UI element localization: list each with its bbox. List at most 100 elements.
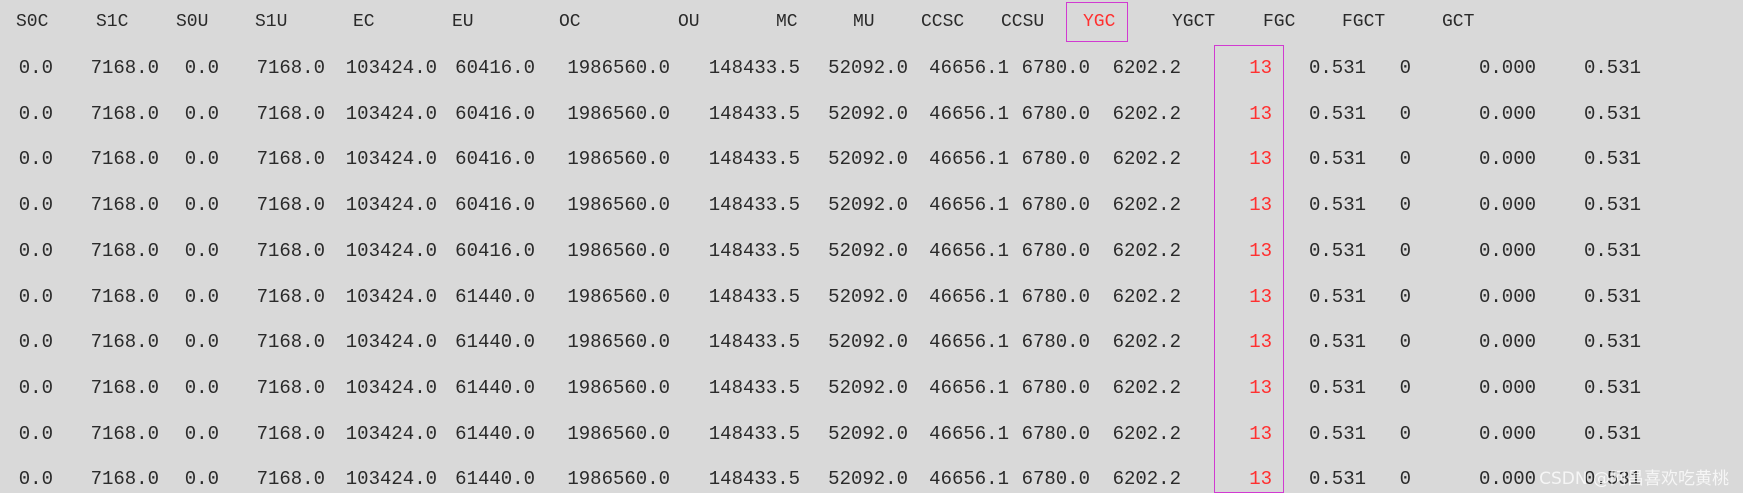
cell-s1c: 7168.0 [90,103,159,125]
cell-s1u: 7168.0 [256,148,325,170]
cell-ou: 148433.5 [708,423,800,445]
cell-mu: 46656.1 [929,103,1009,125]
cell-gct: 0.531 [1583,286,1641,308]
cell-oc: 1986560.0 [567,240,670,262]
cell-ccsc: 6780.0 [1021,148,1090,170]
cell-ec: 103424.0 [345,423,437,445]
cell-mu: 46656.1 [929,57,1009,79]
cell-ou: 148433.5 [708,377,800,399]
cell-ygct: 0.531 [1308,423,1366,445]
cell-ygct: 0.531 [1308,377,1366,399]
column-header-fgc: FGC [1263,12,1296,32]
cell-ccsu: 6202.2 [1112,57,1181,79]
cell-gct: 0.531 [1583,423,1641,445]
cell-ou: 148433.5 [708,331,800,353]
cell-ccsu: 6202.2 [1112,148,1181,170]
cell-s0c: 0.0 [18,377,53,399]
cell-ccsu: 6202.2 [1112,194,1181,216]
cell-s1u: 7168.0 [256,57,325,79]
csdn-watermark: CSDN @阿昌喜欢吃黄桃 [1539,469,1729,489]
column-header-ccsc: CCSC [921,12,965,32]
cell-ygc: 13 [1249,286,1272,308]
cell-fgc: 0 [1399,286,1411,308]
cell-s0u: 0.0 [184,194,219,216]
column-header-ec: EC [353,12,375,32]
cell-gct: 0.531 [1583,240,1641,262]
cell-ygct: 0.531 [1308,103,1366,125]
cell-mu: 46656.1 [929,377,1009,399]
cell-s0c: 0.0 [18,240,53,262]
cell-ygc: 13 [1249,240,1272,262]
cell-mc: 52092.0 [828,148,908,170]
column-header-s1u: S1U [255,12,288,32]
cell-ccsc: 6780.0 [1021,468,1090,490]
cell-ou: 148433.5 [708,57,800,79]
cell-mc: 52092.0 [828,103,908,125]
cell-ygct: 0.531 [1308,57,1366,79]
cell-ygct: 0.531 [1308,286,1366,308]
cell-ec: 103424.0 [345,194,437,216]
cell-s1c: 7168.0 [90,240,159,262]
cell-ccsc: 6780.0 [1021,423,1090,445]
column-header-s0c: S0C [16,12,49,32]
cell-eu: 60416.0 [455,240,535,262]
cell-ou: 148433.5 [708,103,800,125]
cell-ec: 103424.0 [345,240,437,262]
cell-gct: 0.531 [1583,148,1641,170]
cell-ccsc: 6780.0 [1021,240,1090,262]
cell-s0c: 0.0 [18,331,53,353]
cell-ccsc: 6780.0 [1021,194,1090,216]
cell-ec: 103424.0 [345,103,437,125]
cell-oc: 1986560.0 [567,331,670,353]
cell-mc: 52092.0 [828,377,908,399]
cell-s0u: 0.0 [184,331,219,353]
cell-oc: 1986560.0 [567,286,670,308]
cell-ygct: 0.531 [1308,468,1366,490]
cell-fgct: 0.000 [1478,57,1536,79]
cell-s0u: 0.0 [184,240,219,262]
cell-s0u: 0.0 [184,148,219,170]
cell-s0c: 0.0 [18,286,53,308]
cell-eu: 60416.0 [455,57,535,79]
cell-fgc: 0 [1399,468,1411,490]
cell-s0u: 0.0 [184,423,219,445]
cell-s0c: 0.0 [18,148,53,170]
cell-s1u: 7168.0 [256,103,325,125]
column-header-mc: MC [776,12,798,32]
cell-eu: 60416.0 [455,194,535,216]
cell-ccsc: 6780.0 [1021,57,1090,79]
cell-fgc: 0 [1399,148,1411,170]
cell-eu: 61440.0 [455,377,535,399]
cell-fgct: 0.000 [1478,103,1536,125]
cell-mc: 52092.0 [828,194,908,216]
cell-mc: 52092.0 [828,331,908,353]
cell-oc: 1986560.0 [567,423,670,445]
cell-gct: 0.531 [1583,57,1641,79]
cell-ccsu: 6202.2 [1112,286,1181,308]
cell-s1c: 7168.0 [90,377,159,399]
cell-ccsc: 6780.0 [1021,331,1090,353]
cell-ccsu: 6202.2 [1112,377,1181,399]
cell-ou: 148433.5 [708,468,800,490]
column-header-ygc: YGC [1083,12,1116,32]
cell-ygc: 13 [1249,331,1272,353]
cell-gct: 0.531 [1583,377,1641,399]
cell-s1c: 7168.0 [90,286,159,308]
cell-mu: 46656.1 [929,468,1009,490]
column-header-eu: EU [452,12,474,32]
cell-ec: 103424.0 [345,286,437,308]
jstat-gc-terminal-output: S0C S1C S0U S1U EC EU OC OU MC MU CCSC CCSU YGC YGCT F… [0,0,1743,493]
cell-eu: 61440.0 [455,468,535,490]
cell-ec: 103424.0 [345,331,437,353]
cell-eu: 61440.0 [455,286,535,308]
column-header-fgct: FGCT [1342,12,1386,32]
cell-s1u: 7168.0 [256,286,325,308]
cell-fgct: 0.000 [1478,468,1536,490]
cell-ygc: 13 [1249,468,1272,490]
cell-mu: 46656.1 [929,240,1009,262]
cell-fgct: 0.000 [1478,331,1536,353]
cell-fgct: 0.000 [1478,423,1536,445]
cell-mc: 52092.0 [828,240,908,262]
cell-ygc: 13 [1249,148,1272,170]
cell-eu: 60416.0 [455,103,535,125]
